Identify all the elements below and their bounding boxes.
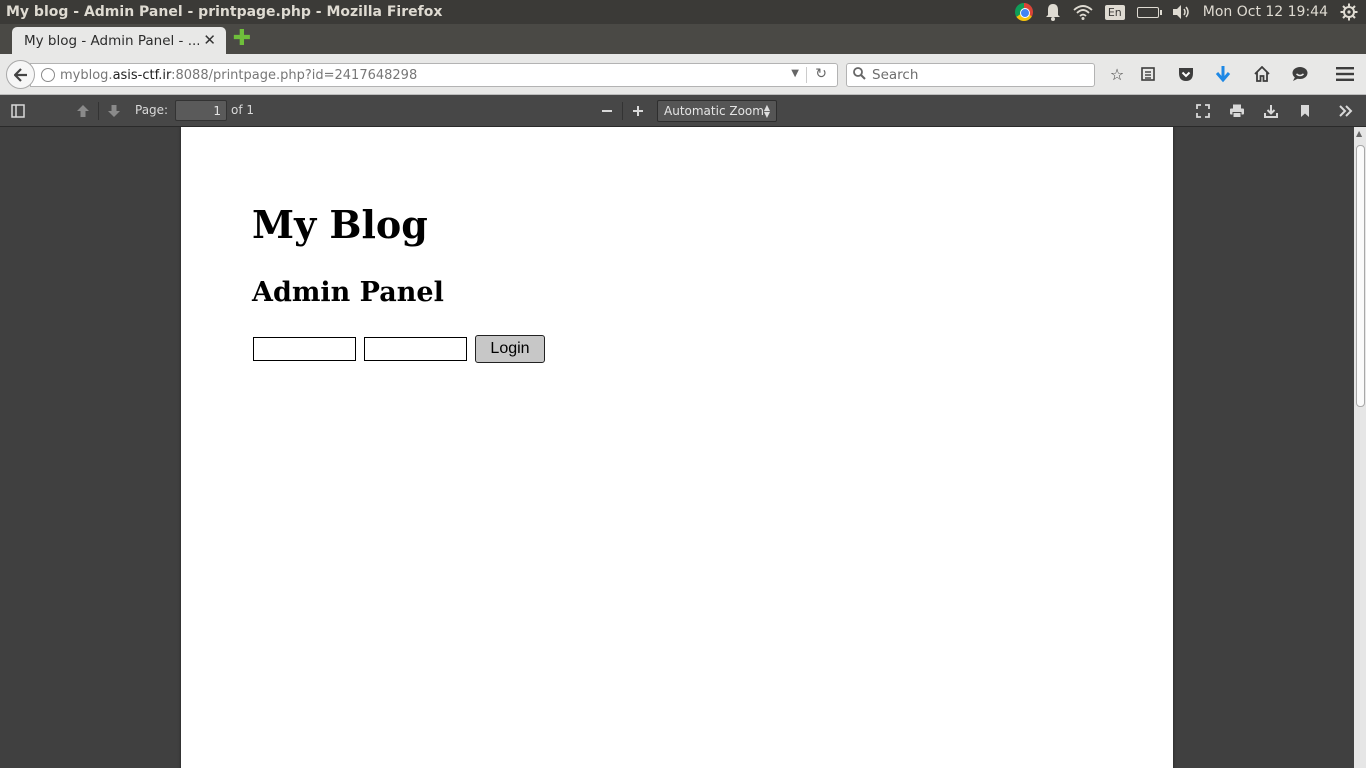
globe-icon[interactable] — [41, 68, 55, 82]
back-arrow-icon — [13, 67, 27, 82]
url-prefix: myblog. — [60, 67, 113, 83]
zoom-in-icon[interactable] — [628, 101, 648, 121]
url-separator — [806, 67, 807, 83]
close-tab-icon[interactable]: ✕ — [203, 31, 216, 49]
search-icon — [853, 66, 866, 84]
print-icon[interactable] — [1227, 101, 1247, 121]
navigation-toolbar: myblog.asis-ctf.ir:8088/printpage.php?id… — [0, 54, 1366, 95]
pdf-viewport[interactable]: My Blog Admin Panel Login ▲ — [0, 127, 1366, 768]
pocket-icon[interactable] — [1176, 64, 1196, 84]
wifi-icon[interactable] — [1073, 0, 1093, 24]
system-top-panel: My blog - Admin Panel - printpage.php - … — [0, 0, 1366, 24]
reading-list-icon[interactable] — [1138, 64, 1158, 84]
url-domain: asis-ctf.ir — [112, 67, 172, 83]
select-arrows-icon: ▲ ▼ — [763, 103, 770, 119]
toolbar-separator — [98, 102, 99, 120]
chrome-tray-icon[interactable] — [1014, 0, 1033, 24]
home-icon[interactable] — [1252, 64, 1272, 84]
bookmark-icon[interactable] — [1295, 101, 1315, 121]
vertical-scrollbar[interactable]: ▲ — [1354, 127, 1366, 768]
pdf-toolbar: Page: of 1 Automatic Zoom ▲▼ — [0, 95, 1366, 127]
scroll-thumb[interactable] — [1356, 145, 1365, 407]
keyboard-language-indicator[interactable]: En — [1104, 0, 1125, 24]
presentation-mode-icon[interactable] — [1193, 101, 1213, 121]
toolbar-separator — [622, 102, 623, 120]
system-tray: En Mon Oct 12 19:44 — [1014, 0, 1366, 24]
back-button[interactable] — [6, 60, 35, 89]
volume-icon[interactable] — [1171, 0, 1191, 24]
url-text[interactable]: myblog.asis-ctf.ir:8088/printpage.php?id… — [60, 68, 417, 83]
username-field[interactable] — [253, 337, 356, 361]
window-title: My blog - Admin Panel - printpage.php - … — [6, 4, 443, 20]
zoom-select[interactable]: Automatic Zoom ▲ ▼ — [657, 100, 777, 122]
sidebar-toggle-icon[interactable] — [8, 101, 28, 121]
bell-icon[interactable] — [1045, 0, 1061, 24]
bookmark-star-icon[interactable]: ☆ — [1107, 64, 1127, 84]
reload-icon[interactable]: ↻ — [815, 66, 827, 82]
blog-title: My Blog — [252, 202, 428, 247]
download-icon[interactable] — [1213, 64, 1233, 84]
login-button[interactable]: Login — [475, 335, 545, 363]
previous-page-arrow-icon[interactable] — [73, 101, 93, 121]
search-input[interactable] — [872, 67, 1082, 83]
page-label: Page: — [135, 103, 169, 117]
zoom-select-value: Automatic Zoom — [664, 104, 764, 118]
admin-panel-heading: Admin Panel — [252, 277, 444, 308]
page-total: of 1 — [231, 103, 255, 117]
settings-gear-icon[interactable] — [1340, 0, 1358, 24]
battery-icon[interactable] — [1136, 0, 1162, 24]
zoom-out-icon[interactable] — [597, 101, 617, 121]
pdf-page: My Blog Admin Panel Login — [181, 127, 1173, 768]
new-tab-plus-icon[interactable]: ✚ — [232, 28, 252, 50]
search-box[interactable] — [846, 63, 1095, 87]
page-number-input[interactable] — [175, 100, 227, 121]
clock[interactable]: Mon Oct 12 19:44 — [1203, 0, 1328, 24]
save-download-icon[interactable] — [1261, 101, 1281, 121]
password-field[interactable] — [364, 337, 467, 361]
tab-active[interactable]: My blog - Admin Panel - ... ✕ — [12, 27, 226, 54]
tab-label: My blog - Admin Panel - ... — [24, 32, 199, 49]
url-path: :8088/printpage.php?id=2417648298 — [171, 67, 418, 83]
url-bar[interactable]: myblog.asis-ctf.ir:8088/printpage.php?id… — [30, 63, 838, 87]
next-page-arrow-icon[interactable] — [104, 101, 124, 121]
tools-chevron-icon[interactable] — [1336, 101, 1356, 121]
hamburger-menu-icon[interactable] — [1335, 64, 1355, 84]
tab-strip: My blog - Admin Panel - ... ✕ ✚ — [0, 24, 1366, 54]
scroll-up-arrow-icon[interactable]: ▲ — [1356, 129, 1362, 138]
hello-chat-icon[interactable] — [1290, 64, 1310, 84]
url-history-dropdown-icon[interactable]: ▼ — [791, 68, 799, 79]
